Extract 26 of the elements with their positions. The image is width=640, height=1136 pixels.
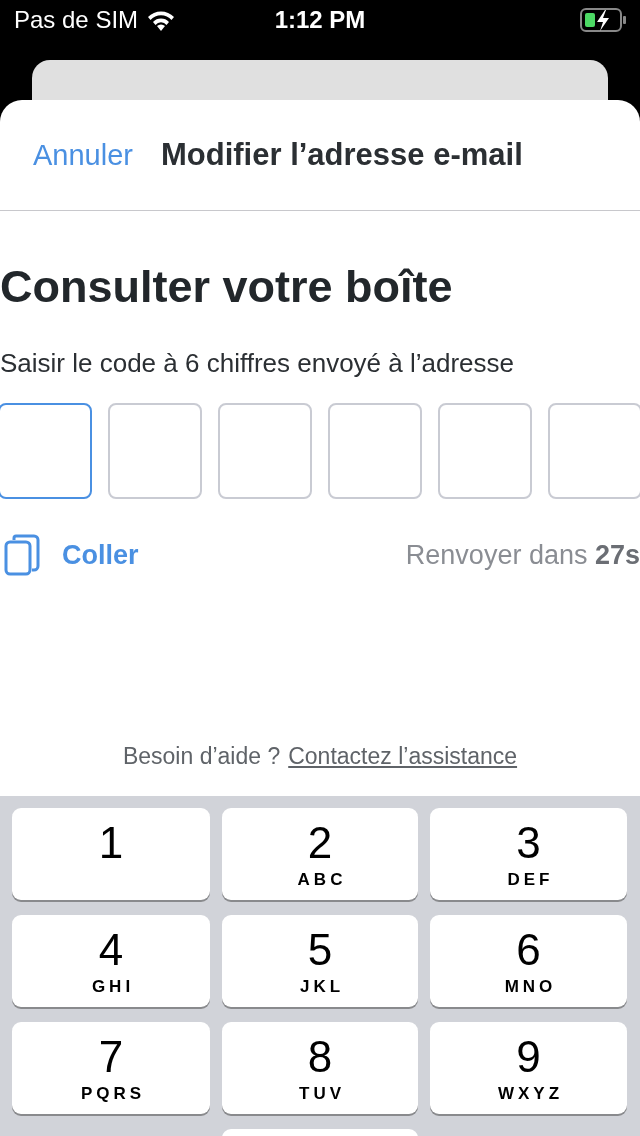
page-heading: Consulter votre boîte (0, 260, 454, 314)
contact-support-link[interactable]: Contactez l’assistance (288, 743, 518, 770)
carrier-label: Pas de SIM (14, 6, 139, 34)
code-digit-field[interactable] (548, 403, 640, 499)
battery-charging-icon (580, 8, 626, 32)
keypad-key[interactable]: 9 WXYZ (430, 1022, 627, 1114)
clipboard-icon (4, 534, 40, 576)
help-text: Besoin d’aide ? (122, 743, 281, 770)
code-digit-field[interactable] (108, 403, 202, 499)
keypad-key[interactable]: 4 GHI (12, 915, 210, 1007)
keypad-key[interactable]: 2 ABC (222, 808, 418, 900)
clock-time: 1:12 PM (274, 6, 366, 33)
code-digit-field[interactable] (328, 403, 422, 499)
code-digit-field[interactable] (0, 403, 92, 499)
keypad-key[interactable]: 7 PQRS (12, 1022, 210, 1114)
keypad-key[interactable]: 8 TUV (222, 1022, 418, 1114)
resend-countdown: Renvoyer dans 27s (405, 539, 640, 571)
code-digit-field[interactable] (438, 403, 532, 499)
sheet-title: Modifier l’adresse e-mail (160, 137, 523, 173)
keypad-key[interactable]: 6 MNO (430, 915, 627, 1007)
keypad-key[interactable]: 3 DEF (430, 808, 627, 900)
wifi-icon (146, 9, 177, 31)
instruction-text: Saisir le code à 6 chiffres envoyé à l’adresse (0, 347, 516, 380)
keypad-key[interactable]: 1 (12, 808, 210, 900)
keypad-key[interactable]: 5 JKL (222, 915, 418, 1007)
code-digit-field[interactable] (218, 403, 312, 499)
